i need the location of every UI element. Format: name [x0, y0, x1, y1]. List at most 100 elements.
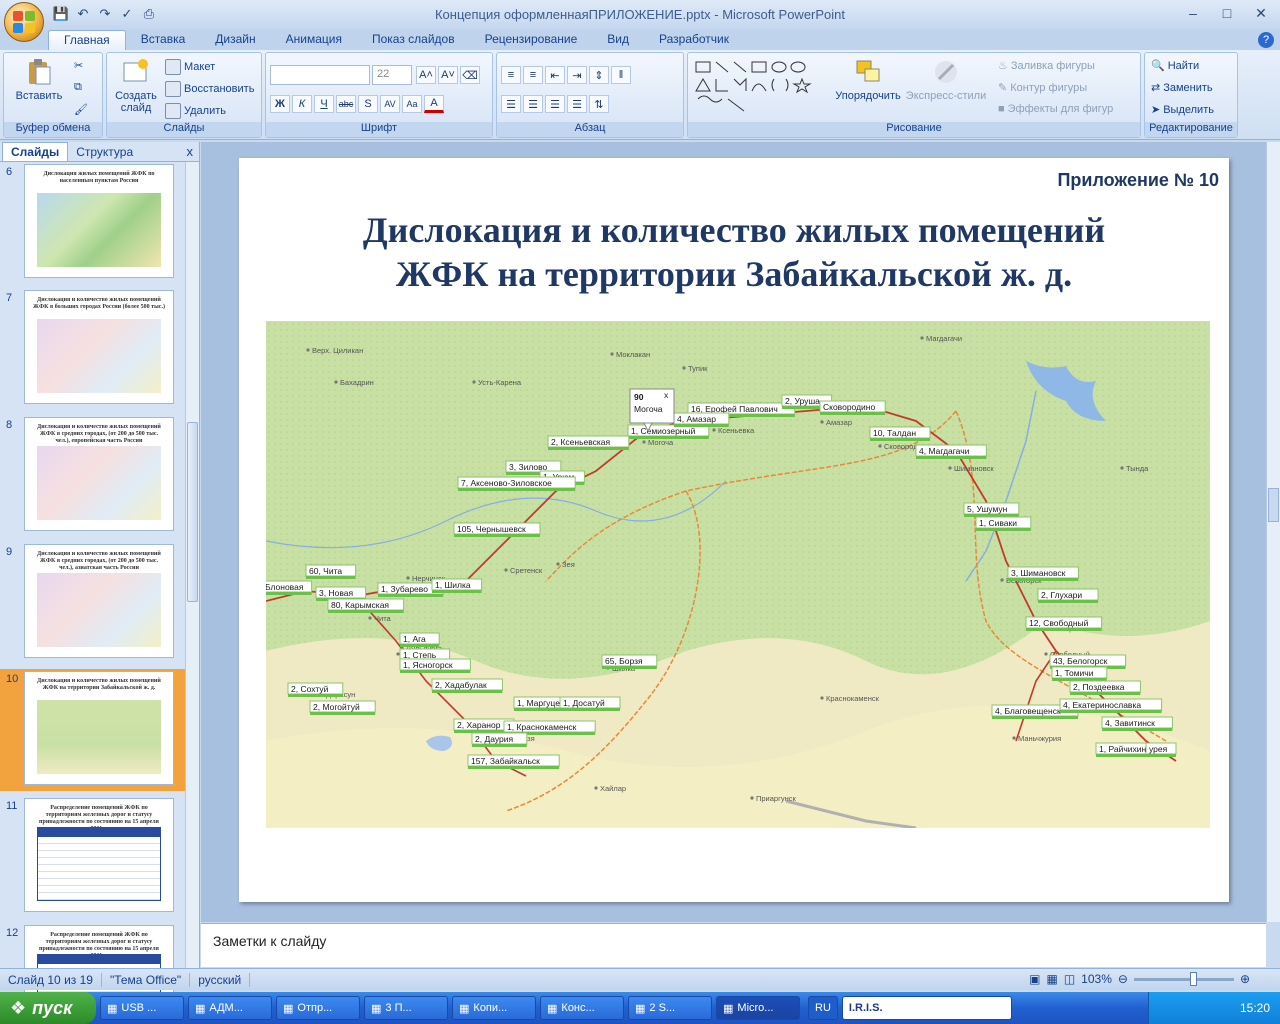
station-marker[interactable]: 1, Шилка [431, 578, 483, 593]
align-left-icon[interactable]: ☰ [501, 95, 521, 113]
language-bar[interactable]: RU [808, 996, 838, 1020]
reset-button[interactable]: Восстановить [165, 81, 254, 97]
shapes-gallery-icon[interactable] [694, 59, 822, 117]
iris-toolbar[interactable]: I.R.I.S. [841, 996, 1012, 1020]
tab-home[interactable]: Главная [48, 30, 126, 50]
taskbar-button[interactable]: ▦ Micro... [716, 996, 800, 1020]
delete-slide-button[interactable]: Удалить [165, 103, 226, 119]
tab-outline[interactable]: Структура [68, 143, 141, 161]
columns-icon[interactable]: ‖ [611, 66, 631, 84]
decrease-indent-icon[interactable]: ⇤ [545, 66, 565, 84]
station-marker[interactable]: 5, Ушумун [963, 502, 1020, 517]
station-marker[interactable]: 2, Хадабулак [431, 678, 503, 693]
taskbar-button[interactable]: ▦ USB ... [100, 996, 184, 1020]
station-marker[interactable]: 105, Чернышевск [453, 522, 541, 537]
tab-animation[interactable]: Анимация [271, 30, 357, 50]
slide[interactable]: Приложение № 10 Дислокация и количество … [239, 158, 1229, 902]
station-marker[interactable]: 10, Талдан [869, 426, 931, 441]
numbering-icon[interactable]: ≡ [523, 66, 543, 84]
office-button[interactable] [4, 2, 44, 42]
italic-button[interactable]: К [292, 95, 312, 113]
station-marker[interactable]: 4, Екатеринославка [1059, 698, 1163, 713]
cut-icon[interactable]: ✂ [74, 59, 83, 72]
station-marker[interactable]: 60, Чита [305, 564, 357, 579]
copy-icon[interactable]: ⧉ [74, 81, 82, 94]
scrollbar-thumb[interactable] [187, 422, 198, 602]
shrink-font-icon[interactable]: A˅ [438, 66, 458, 84]
station-marker[interactable]: 1, Семиозерный [627, 424, 710, 439]
arrange-button[interactable]: Упорядочить [833, 57, 903, 102]
taskbar-button[interactable]: ▦ 2 S... [628, 996, 712, 1020]
taskbar-button[interactable]: ▦ АДМ... [188, 996, 272, 1020]
align-right-icon[interactable]: ☰ [545, 95, 565, 113]
help-icon[interactable]: ? [1258, 32, 1274, 48]
case-button[interactable]: Aa [402, 95, 422, 113]
clear-format-icon[interactable]: ⌫ [460, 66, 480, 84]
close-icon[interactable]: x [187, 144, 194, 159]
bold-button[interactable]: Ж [270, 95, 290, 113]
station-marker[interactable]: 1, Досатуй [559, 696, 621, 711]
tab-developer[interactable]: Разработчик [644, 30, 744, 50]
tab-design[interactable]: Дизайн [200, 30, 270, 50]
sorter-view-icon[interactable]: ▦ [1046, 972, 1057, 986]
taskbar-button[interactable]: ▦ Копи... [452, 996, 536, 1020]
language-indicator[interactable]: русский [190, 972, 251, 987]
station-marker[interactable]: 2, Ксеньевская [547, 435, 630, 450]
tab-review[interactable]: Рецензирование [470, 30, 593, 50]
taskbar-button[interactable]: ▦ Отпр... [276, 996, 360, 1020]
justify-icon[interactable]: ☰ [567, 95, 587, 113]
shape-effects-button[interactable]: ■ Эффекты для фигур [998, 103, 1113, 115]
taskbar-button[interactable]: ▦ 3 П... [364, 996, 448, 1020]
station-marker[interactable]: 2, Могойтуй [309, 700, 376, 715]
underline-button[interactable]: Ч [314, 95, 334, 113]
station-marker[interactable]: 2, Поздеевка [1069, 680, 1141, 695]
find-button[interactable]: 🔍 Найти [1151, 59, 1199, 73]
station-marker[interactable]: 7, Аксеново-Зиловское [457, 476, 576, 491]
text-direction-icon[interactable]: ⇅ [589, 95, 609, 113]
taskbar-button[interactable]: ▦ Конс... [540, 996, 624, 1020]
font-size-combo[interactable]: 22 [372, 65, 412, 85]
station-marker[interactable]: урея [1145, 742, 1177, 757]
station-marker[interactable]: Сковородино [819, 400, 886, 415]
station-marker[interactable]: 157, Забайкальск [467, 754, 560, 769]
slide-scrollbar[interactable] [1266, 142, 1280, 922]
station-marker[interactable]: Блоновая [266, 580, 313, 595]
tab-slides[interactable]: Слайды [2, 142, 69, 161]
station-marker[interactable]: 1, Сиваки [975, 516, 1032, 531]
station-marker[interactable]: 4, Завитинск [1101, 716, 1173, 731]
station-marker[interactable]: 4, Амазар [673, 412, 730, 427]
shadow-button[interactable]: S [358, 95, 378, 113]
new-slide-button[interactable]: Создать слайд [111, 57, 161, 114]
notes-pane[interactable]: Заметки к слайду [201, 923, 1266, 967]
slide-thumbnail[interactable]: 10 Дислокация и количество жилых помещени… [0, 669, 186, 791]
layout-button[interactable]: Макет [165, 59, 215, 75]
close-icon[interactable]: ✕ [1244, 2, 1278, 24]
font-name-combo[interactable] [270, 65, 370, 85]
zoom-level[interactable]: 103% [1081, 972, 1112, 986]
spacing-button[interactable]: AV [380, 95, 400, 113]
line-spacing-icon[interactable]: ⇕ [589, 66, 609, 84]
slide-thumbnail[interactable]: 11 Распределение помещений ЖФК по террито… [0, 796, 186, 918]
station-marker[interactable]: 1, Томичи [1051, 666, 1108, 681]
select-button[interactable]: ➤ Выделить [1151, 103, 1214, 117]
font-color-icon[interactable]: A [424, 95, 444, 113]
maximize-icon[interactable]: □ [1210, 2, 1244, 24]
map-image[interactable]: Тупик Моклакан Усть-Карена Бахадрин Верх. Ци… [266, 321, 1210, 828]
replace-button[interactable]: ⇄ Заменить [1151, 81, 1213, 95]
station-marker[interactable]: 2, Сохтуй [287, 682, 344, 697]
format-painter-icon[interactable]: 🖌 [74, 103, 88, 116]
station-marker[interactable]: 80, Карымская [327, 598, 405, 613]
station-marker[interactable]: 65, Борзя [601, 654, 658, 669]
align-center-icon[interactable]: ☰ [523, 95, 543, 113]
tab-slideshow[interactable]: Показ слайдов [357, 30, 470, 50]
shape-outline-button[interactable]: ✎ Контур фигуры [998, 81, 1087, 95]
normal-view-icon[interactable]: ▣ [1029, 972, 1040, 986]
start-button[interactable]: ❖ пуск [0, 992, 96, 1024]
zoom-out-icon[interactable]: ⊖ [1118, 972, 1128, 986]
paste-button[interactable]: Вставить [14, 57, 64, 102]
station-marker[interactable]: 1, Ясногорск [399, 658, 471, 673]
shape-fill-button[interactable]: ♨ Заливка фигуры [998, 59, 1095, 73]
station-marker[interactable]: 1, Ага [399, 632, 440, 647]
grow-font-icon[interactable]: A˄ [416, 66, 436, 84]
scrollbar-thumb[interactable] [1268, 488, 1279, 522]
